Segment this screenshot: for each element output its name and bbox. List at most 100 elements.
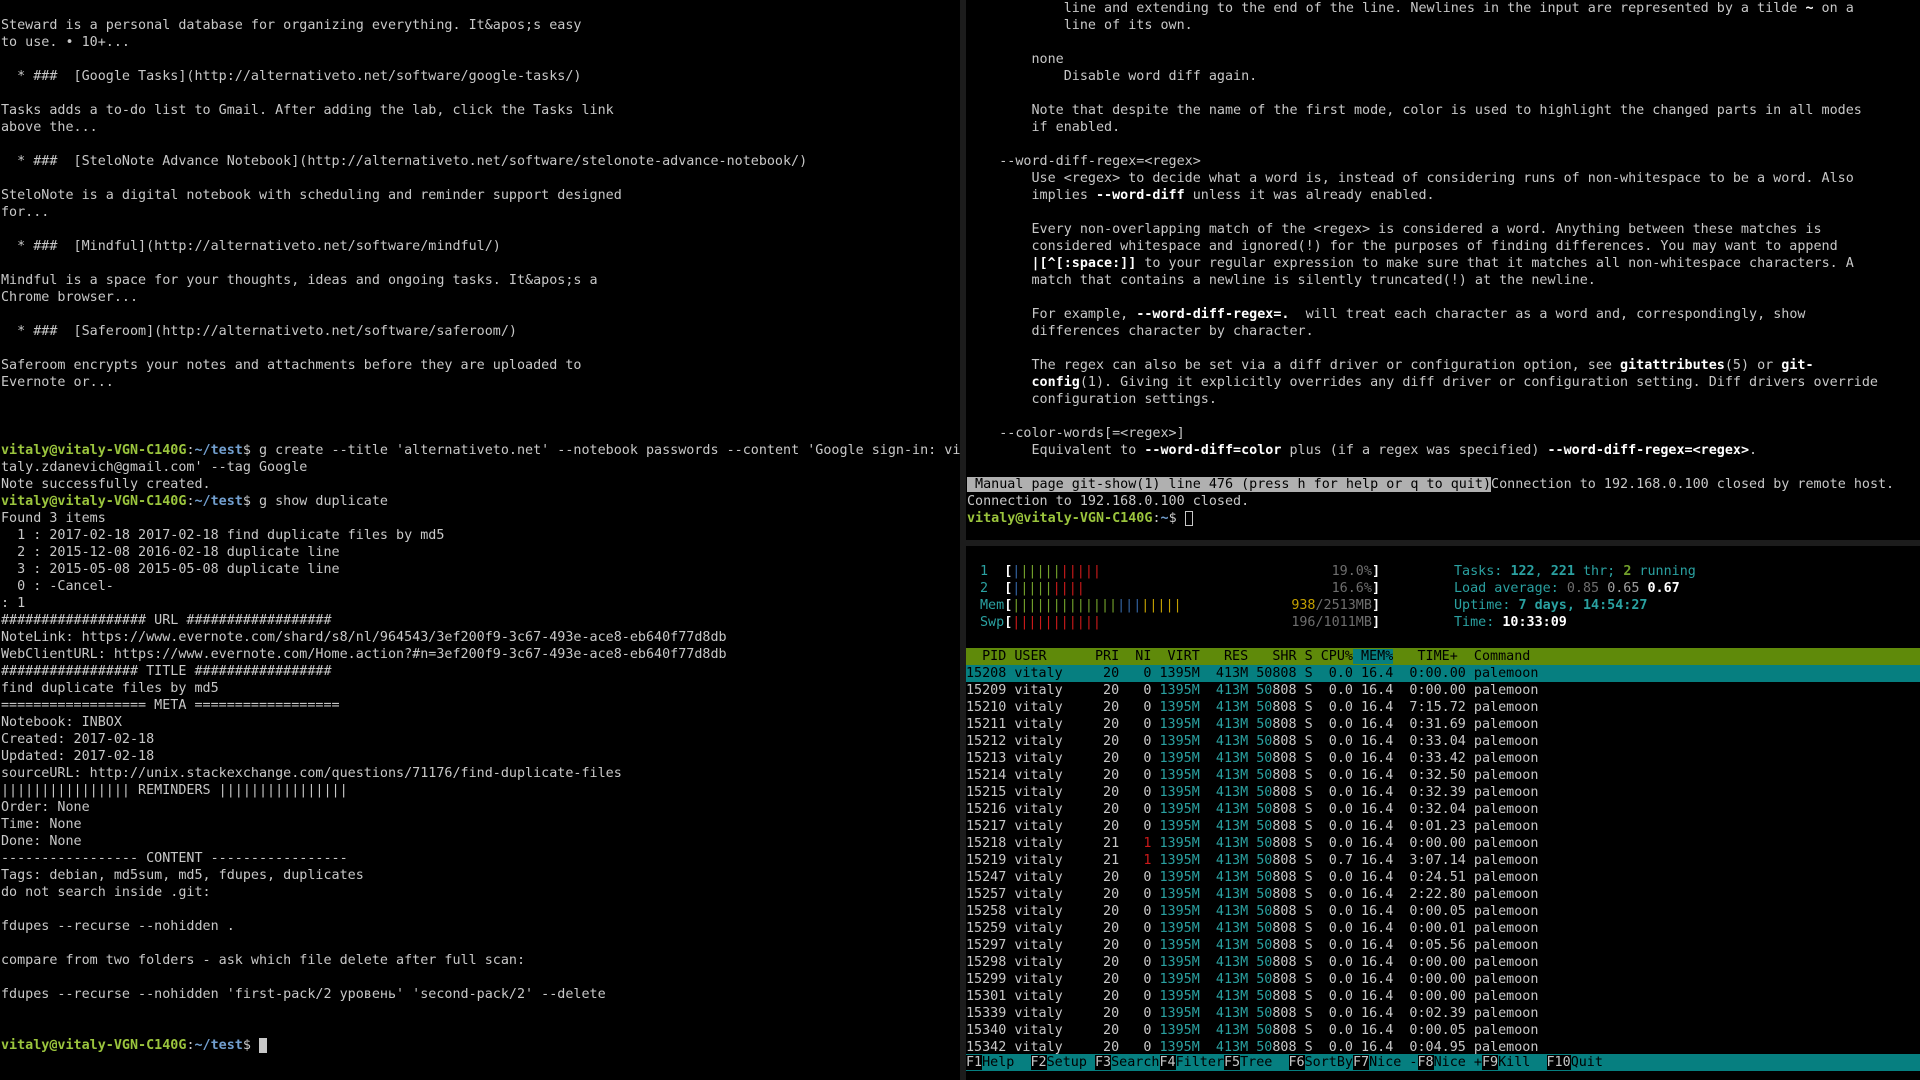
process-row[interactable]: 15215 vitaly 20 0 1395M 413M 50808 S 0.0…	[966, 784, 1920, 801]
process-row[interactable]: 15297 vitaly 20 0 1395M 413M 50808 S 0.0…	[966, 937, 1920, 954]
fkey-label[interactable]: Help	[982, 1055, 1031, 1070]
output-line: do not search inside .git:	[1, 885, 211, 900]
htop-pane[interactable]: 1 [||||||||||| 19.0%] 2 [||||||||| 16.6%] …	[966, 546, 1920, 1080]
fkey-f2[interactable]: F2	[1030, 1055, 1047, 1070]
cell-virt: 1395M	[1151, 768, 1200, 783]
fkey-f7[interactable]: F7	[1353, 1055, 1370, 1070]
cell-s: S	[1296, 717, 1313, 732]
fkey-f4[interactable]: F4	[1159, 1055, 1176, 1070]
cell-virt: 1395M	[1151, 972, 1200, 987]
process-table-header[interactable]: PID USER PRI NI VIRT RES SHR S CPU% MEM%…	[966, 648, 1920, 665]
process-row[interactable]: 15339 vitaly 20 0 1395M 413M 50808 S 0.0…	[966, 1005, 1920, 1022]
process-row[interactable]: 15340 vitaly 20 0 1395M 413M 50808 S 0.0…	[966, 1022, 1920, 1039]
cell-res: 413M	[1199, 717, 1249, 732]
process-row[interactable]: 15218 vitaly 21 1 1395M 413M 50808 S 0.0…	[966, 835, 1920, 852]
column-header[interactable]: TIME+	[1393, 649, 1466, 664]
process-row[interactable]: 15259 vitaly 20 0 1395M 413M 50808 S 0.0…	[966, 920, 1920, 937]
active-prompt-line[interactable]: vitaly@vitaly-VGN-C140G:~/test$	[1, 1037, 960, 1054]
process-row[interactable]: 15298 vitaly 20 0 1395M 413M 50808 S 0.0…	[966, 954, 1920, 971]
cell-ni: 0	[1119, 1006, 1152, 1021]
process-row[interactable]: 15209 vitaly 20 0 1395M 413M 50808 S 0.0…	[966, 682, 1920, 699]
man-line: if enabled.	[967, 120, 1121, 135]
cell-shr_hi: 50	[1248, 887, 1273, 902]
cell-user: vitaly	[1006, 887, 1087, 902]
column-header[interactable]: PRI	[1087, 649, 1119, 664]
active-prompt-line[interactable]: vitaly@vitaly-VGN-C140G:~$	[967, 510, 1894, 527]
man-page-pane[interactable]: line and extending to the end of the lin…	[966, 0, 1920, 540]
process-row[interactable]: 15211 vitaly 20 0 1395M 413M 50808 S 0.0…	[966, 716, 1920, 733]
column-header[interactable]: VIRT	[1151, 649, 1200, 664]
fkey-f6[interactable]: F6	[1288, 1055, 1305, 1070]
cpu1-percent: 19.0%	[1331, 564, 1372, 579]
cell-user: vitaly	[1006, 904, 1087, 919]
cell-virt: 1395M	[1151, 955, 1200, 970]
cpu1-meter: 1 [||||||||||| 19.0%]	[980, 564, 1380, 579]
fkey-label[interactable]: Kill	[1498, 1055, 1547, 1070]
cell-res: 413M	[1199, 1006, 1249, 1021]
process-row[interactable]: 15210 vitaly 20 0 1395M 413M 50808 S 0.0…	[966, 699, 1920, 716]
column-header[interactable]: PID	[966, 649, 1006, 664]
cell-ni: 0	[1119, 870, 1152, 885]
fkey-label[interactable]: Setup	[1046, 1055, 1095, 1070]
output-line: fdupes --recurse --nohidden .	[1, 919, 235, 934]
fkey-label[interactable]: Search	[1111, 1055, 1160, 1070]
fkey-label[interactable]: Filter	[1175, 1055, 1224, 1070]
output-line: Chrome browser...	[1, 290, 139, 305]
fkey-label[interactable]: SortBy	[1304, 1055, 1353, 1070]
process-row[interactable]: 15258 vitaly 20 0 1395M 413M 50808 S 0.0…	[966, 903, 1920, 920]
fkey-f3[interactable]: F3	[1095, 1055, 1112, 1070]
cell-s: S	[1296, 836, 1313, 851]
fkey-label[interactable]: Nice +	[1433, 1055, 1482, 1070]
process-row[interactable]: 15212 vitaly 20 0 1395M 413M 50808 S 0.0…	[966, 733, 1920, 750]
fkey-label[interactable]: Tree	[1240, 1055, 1289, 1070]
man-line: Use <regex> to decide what a word is, in…	[967, 171, 1854, 186]
process-row[interactable]: 15214 vitaly 20 0 1395M 413M 50808 S 0.0…	[966, 767, 1920, 784]
command-text: g show duplicate	[259, 494, 388, 509]
fkey-f9[interactable]: F9	[1482, 1055, 1499, 1070]
cell-shr_lo: 808	[1272, 887, 1297, 902]
cell-user: vitaly	[1006, 853, 1087, 868]
cell-time: 0:00.05	[1393, 904, 1466, 919]
process-row[interactable]: 15216 vitaly 20 0 1395M 413M 50808 S 0.0…	[966, 801, 1920, 818]
output-line: ################## URL #################…	[1, 613, 332, 628]
meter-tick: |	[1125, 598, 1134, 613]
cell-mem: 16.4	[1353, 666, 1394, 681]
column-header[interactable]: RES	[1200, 649, 1248, 664]
column-header[interactable]: CPU%	[1313, 649, 1353, 664]
cell-res: 413M	[1199, 853, 1249, 868]
process-row[interactable]: 15257 vitaly 20 0 1395M 413M 50808 S 0.0…	[966, 886, 1920, 903]
fkey-label[interactable]: Nice -	[1369, 1055, 1418, 1070]
cell-res: 413M	[1199, 938, 1249, 953]
meter-tick: |	[1052, 598, 1061, 613]
clock-time: Time: 10:33:09	[1454, 615, 1567, 630]
cell-pid: 15247	[966, 870, 1007, 885]
output-line: Updated: 2017-02-18	[1, 749, 155, 764]
fkey-f8[interactable]: F8	[1417, 1055, 1434, 1070]
process-row[interactable]: 15213 vitaly 20 0 1395M 413M 50808 S 0.0…	[966, 750, 1920, 767]
fkey-f10[interactable]: F10	[1546, 1055, 1571, 1070]
column-header[interactable]: MEM%	[1353, 649, 1394, 664]
fkey-f5[interactable]: F5	[1224, 1055, 1241, 1070]
process-row[interactable]: 15247 vitaly 20 0 1395M 413M 50808 S 0.0…	[966, 869, 1920, 886]
column-header[interactable]: NI	[1119, 649, 1151, 664]
meter-tick: |	[1109, 598, 1118, 613]
process-table[interactable]: 15208 vitaly 20 0 1395M 413M 50808 S 0.0…	[966, 665, 1920, 1056]
fkey-f1[interactable]: F1	[966, 1055, 983, 1070]
column-header[interactable]: SHR	[1248, 649, 1296, 664]
cell-ni: 0	[1119, 1023, 1152, 1038]
process-row[interactable]: 15219 vitaly 21 1 1395M 413M 50808 S 0.7…	[966, 852, 1920, 869]
column-header[interactable]: USER	[1006, 649, 1087, 664]
process-row[interactable]: 15299 vitaly 20 0 1395M 413M 50808 S 0.0…	[966, 971, 1920, 988]
meter-tick: |	[1100, 598, 1109, 613]
column-header[interactable]: S	[1297, 649, 1313, 664]
man-status-bar: Manual page git-show(1) line 476 (press …	[967, 477, 1492, 492]
fkey-label[interactable]: Quit	[1570, 1055, 1603, 1070]
process-row[interactable]: 15208 vitaly 20 0 1395M 413M 50808 S 0.0…	[966, 665, 1920, 682]
process-row[interactable]: 15301 vitaly 20 0 1395M 413M 50808 S 0.0…	[966, 988, 1920, 1005]
left-terminal-pane[interactable]: Steward is a personal database for organ…	[0, 0, 960, 1080]
cell-res: 413M	[1199, 751, 1249, 766]
process-row[interactable]: 15217 vitaly 20 0 1395M 413M 50808 S 0.0…	[966, 818, 1920, 835]
column-header[interactable]: Command	[1466, 649, 1530, 664]
cell-cmd: palemoon	[1465, 768, 1539, 783]
